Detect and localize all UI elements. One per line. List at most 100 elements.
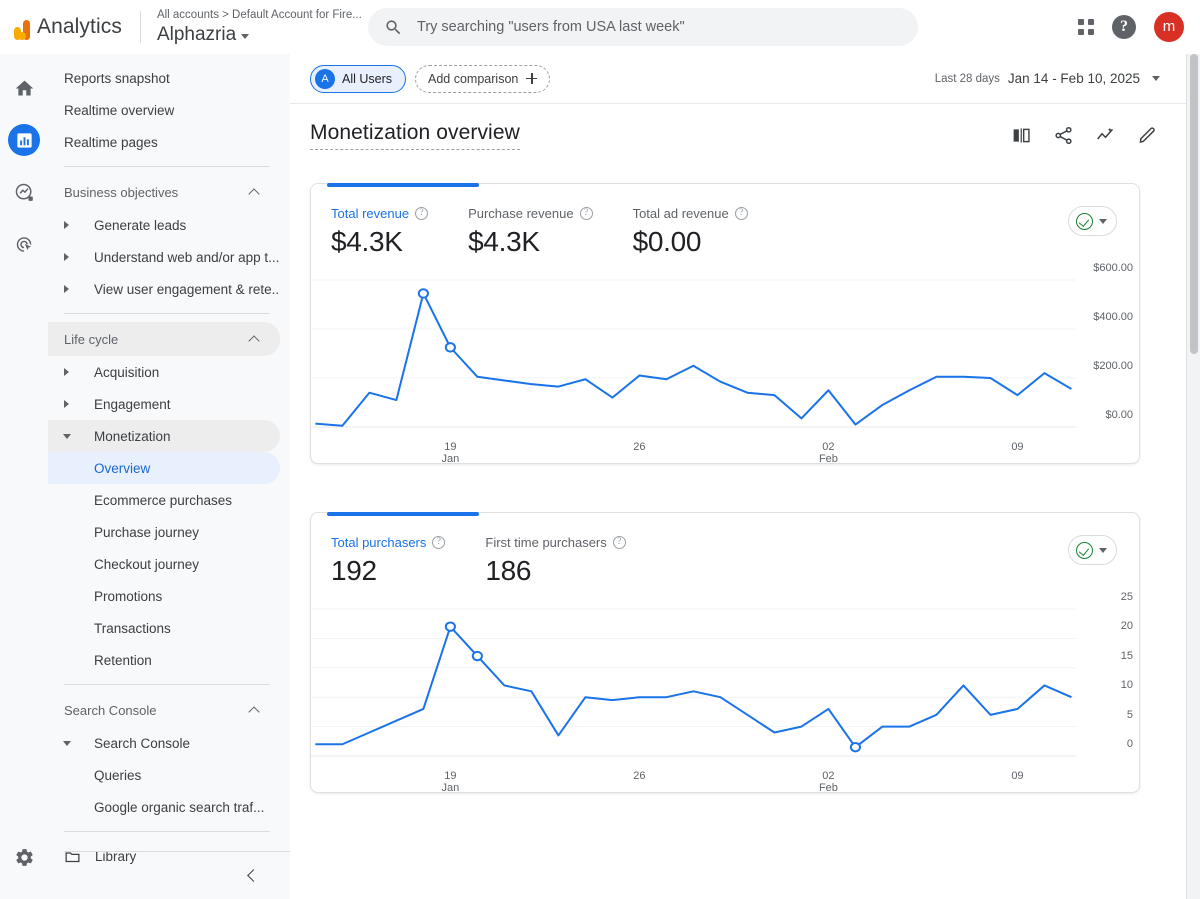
sidebar-item-promotions[interactable]: Promotions — [48, 580, 280, 612]
metric-first-time-purchasers[interactable]: First time purchasers ? 186 — [485, 535, 626, 587]
insights-icon — [1096, 127, 1113, 139]
chevron-right-icon — [64, 253, 69, 261]
sidebar-item-label: Engagement — [94, 396, 171, 412]
main-content: A All Users Add comparison Last 28 days … — [290, 54, 1200, 899]
sidebar-item-label: Overview — [94, 460, 151, 476]
breadcrumb: All accounts > Default Account for Fire.… — [156, 8, 362, 21]
sidebar-item-queries[interactable]: Queries — [48, 759, 280, 791]
sidebar-item-google-organic-search-traffic[interactable]: Google organic search traf... — [48, 791, 280, 823]
metric-purchase-revenue[interactable]: Purchase revenue ? $4.3K — [468, 206, 593, 258]
audience-avatar: A — [315, 68, 335, 89]
sidebar-section-business-objectives[interactable]: Business objectives — [48, 175, 280, 209]
metric-label-row: Total purchasers ? — [331, 535, 446, 550]
metric-value: 186 — [485, 555, 532, 586]
sidebar-collapse-button[interactable] — [64, 851, 290, 899]
divider — [139, 11, 141, 43]
search-input[interactable] — [417, 19, 902, 35]
sidebar-item-purchase-journey[interactable]: Purchase journey — [48, 516, 280, 548]
help-circle-icon[interactable]: ? — [612, 536, 626, 549]
sidebar-item-overview[interactable]: Overview — [48, 452, 280, 484]
purchasers-card: Total purchasers ? 192 First time purcha… — [310, 512, 1140, 794]
metric-label: First time purchasers — [485, 535, 607, 550]
sidebar-item-transactions[interactable]: Transactions — [48, 612, 280, 644]
rail-item-advertising[interactable] — [8, 228, 40, 260]
metric-total-ad-revenue[interactable]: Total ad revenue ? $0.00 — [633, 206, 748, 258]
revenue-card-header: Total revenue ? $4.3K Purchase revenue ?… — [311, 184, 1139, 258]
rail-item-settings[interactable] — [8, 841, 40, 873]
help-icon[interactable]: ? — [1112, 15, 1136, 39]
sidebar-item-checkout-journey[interactable]: Checkout journey — [48, 548, 280, 580]
y-axis-tick: $400.00 — [1093, 311, 1133, 323]
sidebar-item-label: Google organic search traf... — [94, 799, 265, 815]
metric-label-row: Total revenue ? — [331, 206, 429, 221]
sidebar-item-understand-web-app[interactable]: Understand web and/or app t... — [48, 241, 280, 273]
total-revenue-chart[interactable]: $0.00 $200.00 $400.00 $600.00 19 Jan 26 02 Feb 0… — [311, 258, 1139, 465]
help-circle-icon[interactable]: ? — [415, 207, 429, 220]
sidebar-item-realtime-overview[interactable]: Realtime overview — [48, 94, 280, 126]
vertical-scrollbar[interactable] — [1186, 54, 1200, 899]
chart-plot-area — [311, 270, 1139, 435]
sidebar-item-realtime-pages[interactable]: Realtime pages — [48, 126, 280, 158]
rail-item-home[interactable] — [8, 72, 40, 104]
add-comparison-button[interactable]: Add comparison — [415, 64, 551, 93]
scrollbar-thumb[interactable] — [1190, 54, 1198, 354]
x-axis-tick: 09 — [1011, 441, 1024, 453]
card-status-dropdown[interactable] — [1068, 535, 1117, 565]
sidebar-item-engagement[interactable]: Engagement — [48, 388, 280, 420]
sidebar-section-search-console[interactable]: Search Console — [48, 693, 280, 727]
share-button[interactable] — [1050, 122, 1076, 148]
sidebar-item-acquisition[interactable]: Acquisition — [48, 356, 280, 388]
chevron-left-icon — [247, 869, 260, 882]
x-axis-tick: 26 — [633, 441, 646, 453]
explore-icon — [15, 183, 33, 201]
sidebar-section-life-cycle[interactable]: Life cycle — [48, 322, 280, 356]
sidebar-item-reports-snapshot[interactable]: Reports snapshot — [48, 62, 280, 94]
sidebar-item-generate-leads[interactable]: Generate leads — [48, 209, 280, 241]
audience-chip-all-users[interactable]: A All Users — [310, 64, 407, 93]
page-title-row: Monetization overview — [290, 104, 1200, 166]
divider — [64, 831, 270, 832]
search-icon — [386, 19, 401, 34]
account-property-selector[interactable]: All accounts > Default Account for Fire.… — [157, 8, 362, 47]
help-circle-icon[interactable]: ? — [734, 207, 748, 220]
sidebar-item-retention[interactable]: Retention — [48, 644, 280, 676]
y-axis-tick: 25 — [1120, 591, 1133, 603]
avatar[interactable]: m — [1154, 12, 1184, 42]
sidebar-item-monetization[interactable]: Monetization — [48, 420, 280, 452]
gear-icon — [15, 848, 33, 866]
edit-button[interactable] — [1134, 122, 1160, 148]
divider — [64, 684, 270, 685]
metric-label: Total ad revenue — [632, 206, 729, 221]
search-bar[interactable] — [368, 8, 918, 46]
sidebar-item-label: Generate leads — [94, 217, 187, 233]
report-toolbar: A All Users Add comparison Last 28 days … — [290, 54, 1200, 104]
card-status-dropdown[interactable] — [1068, 206, 1117, 236]
chevron-up-icon — [248, 188, 260, 200]
sidebar-section-label: Business objectives — [64, 184, 179, 200]
help-circle-icon[interactable]: ? — [579, 207, 593, 220]
sidebar-section-label: Search Console — [64, 702, 157, 718]
y-axis-tick: $200.00 — [1093, 360, 1133, 372]
chevron-down-icon — [1099, 547, 1107, 553]
sidebar-item-ecommerce-purchases[interactable]: Ecommerce purchases — [48, 484, 280, 516]
sidebar-item-label: View user engagement & rete... — [94, 281, 280, 297]
metric-label-row: First time purchasers ? — [485, 535, 626, 550]
compare-button[interactable] — [1008, 122, 1034, 148]
rail-item-reports[interactable] — [8, 124, 40, 156]
metric-total-purchasers[interactable]: Total purchasers ? 192 — [331, 535, 446, 587]
rail-item-explore[interactable] — [8, 176, 40, 208]
sidebar-item-view-user-engagement[interactable]: View user engagement & rete... — [48, 273, 280, 305]
insights-button[interactable] — [1092, 122, 1118, 148]
help-circle-icon[interactable]: ? — [432, 536, 446, 549]
chevron-right-icon — [64, 400, 69, 408]
chevron-down-icon — [63, 740, 71, 746]
sidebar-item-label: Monetization — [94, 428, 171, 444]
divider — [64, 313, 270, 314]
report-scroll-area[interactable]: Total revenue ? $4.3K Purchase revenue ?… — [290, 167, 1200, 899]
sidebar-item-search-console[interactable]: Search Console — [48, 727, 280, 759]
apps-grid-icon[interactable] — [1078, 19, 1094, 35]
check-circle-icon — [1076, 212, 1093, 230]
date-range-selector[interactable]: Last 28 days Jan 14 - Feb 10, 2025 — [935, 71, 1160, 86]
total-purchasers-chart[interactable]: 0 5 10 15 20 25 19 Jan 26 02 Feb 09 — [311, 587, 1139, 794]
metric-total-revenue[interactable]: Total revenue ? $4.3K — [331, 206, 429, 258]
